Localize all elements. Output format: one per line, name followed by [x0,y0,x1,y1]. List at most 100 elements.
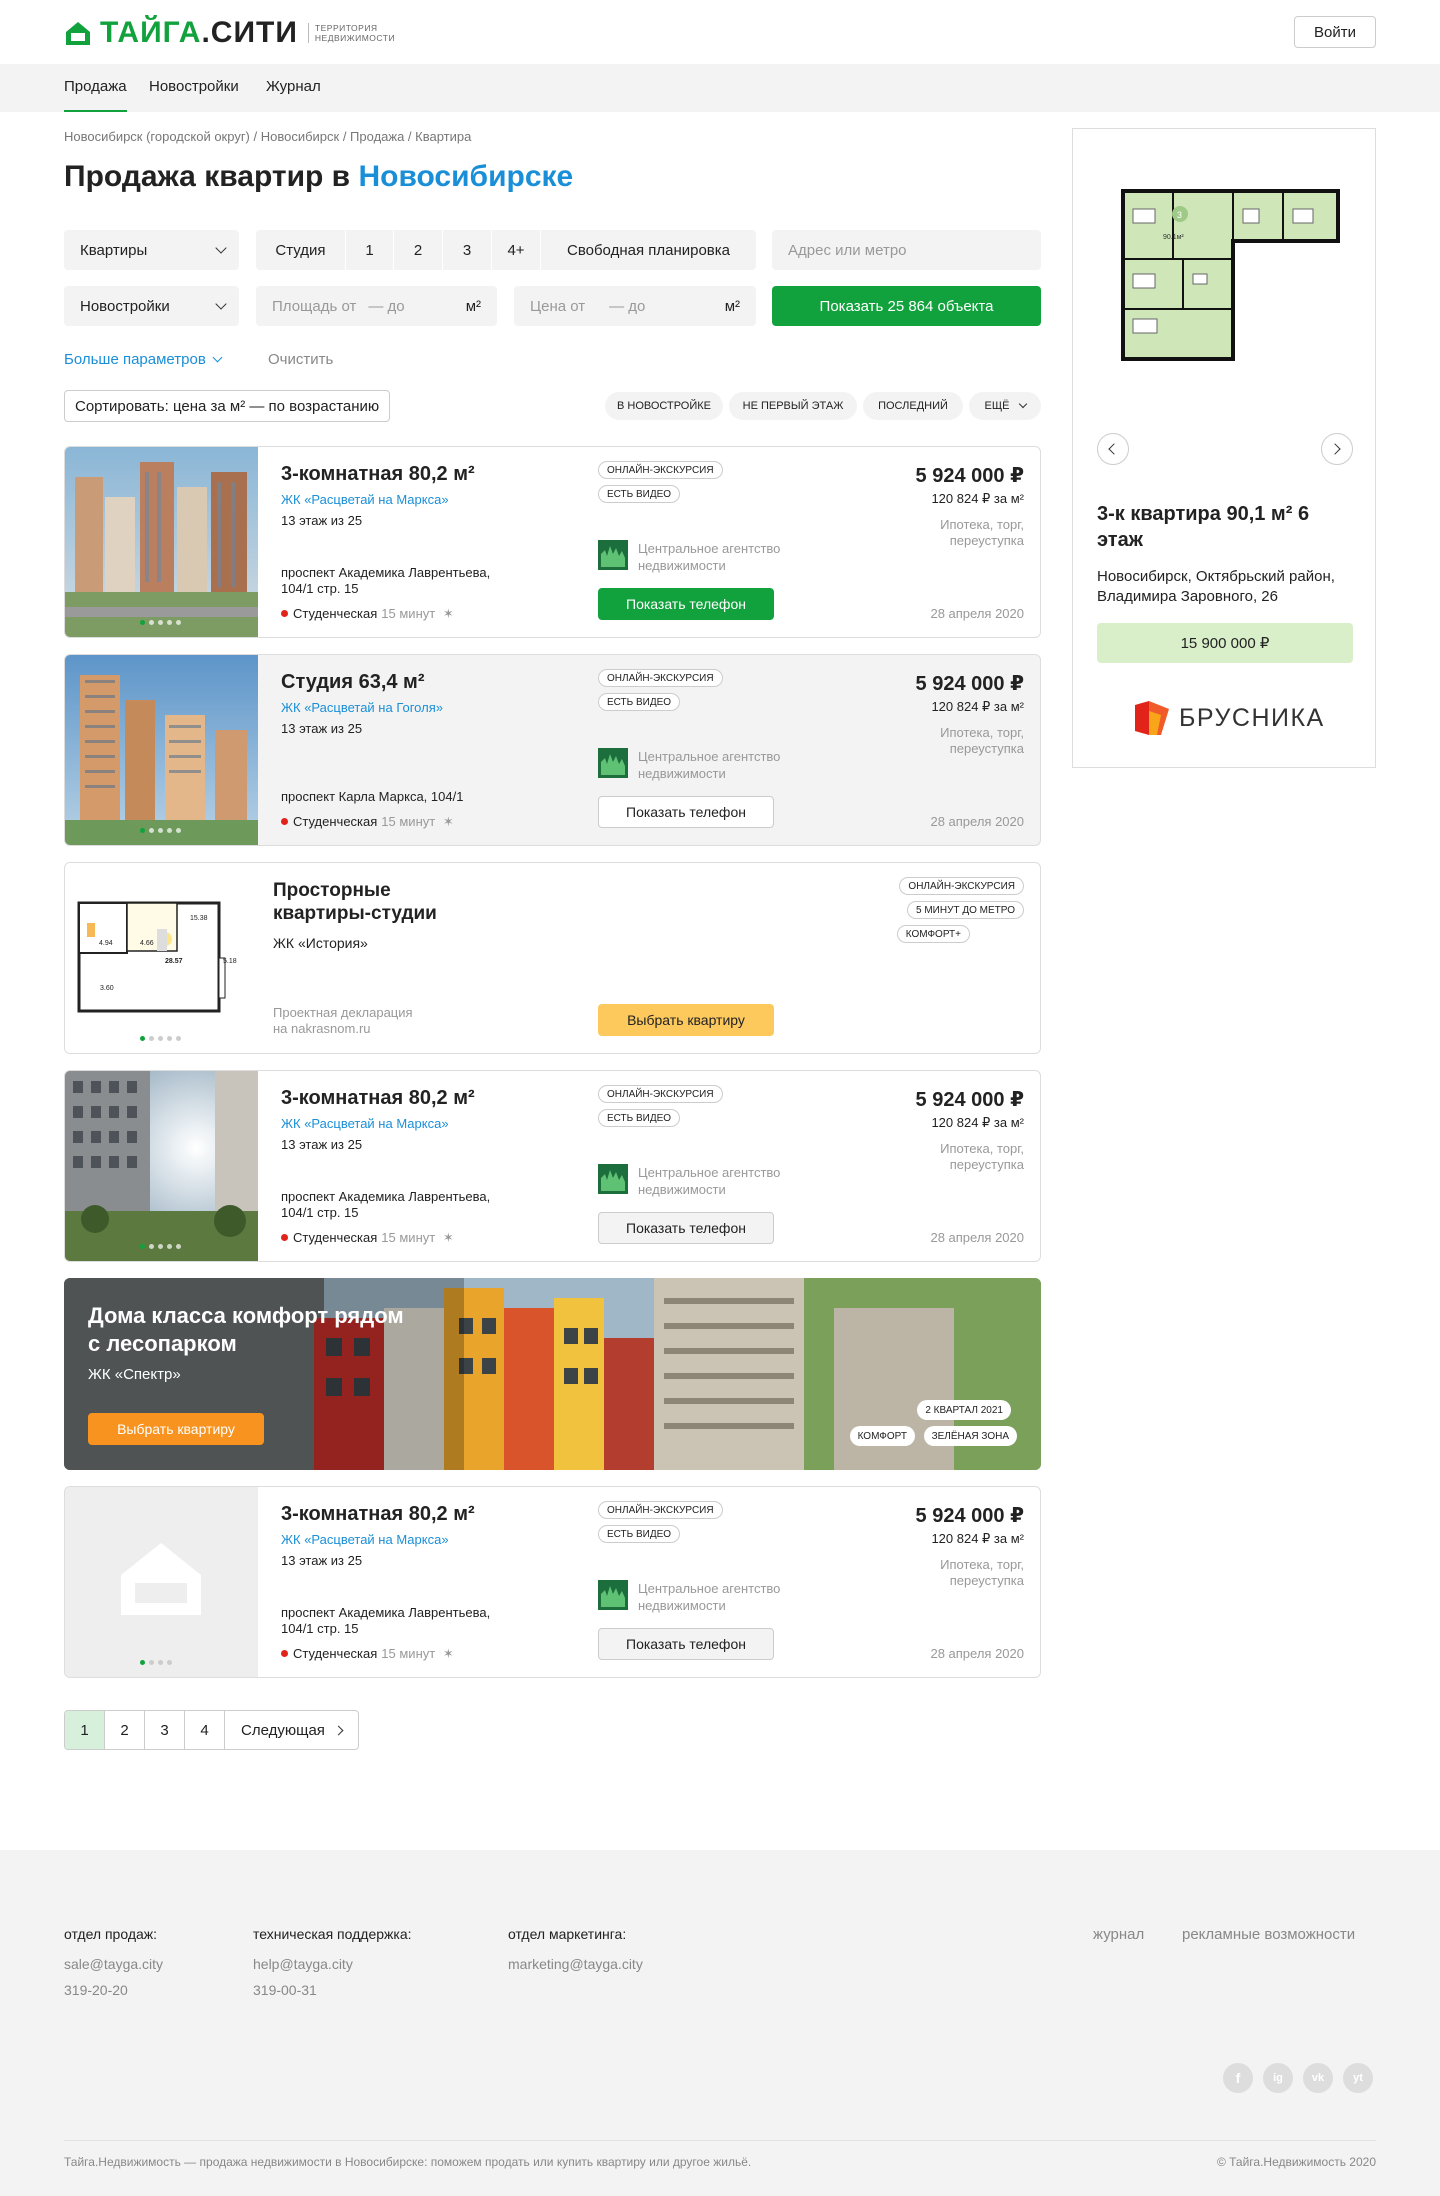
listing-title[interactable]: 3-комнатная 80,2 м² [281,463,475,486]
support-phone[interactable]: 319-00-31 [253,1982,412,1998]
sort-select[interactable]: Сортировать: цена за м² — по возрастанию [64,390,391,422]
complex-link[interactable]: ЖК «Расцветай на Маркса» [281,492,449,507]
footer-copyright: © Тайга.Недвижимость 2020 [1216,2155,1376,2169]
rooms-3[interactable]: 3 [443,230,492,270]
more-params-toggle[interactable]: Больше параметров [64,351,223,368]
photo-placeholder[interactable] [65,1487,258,1677]
metro-info: Студенческая 15 минут ✶ [281,814,454,830]
listing-title[interactable]: 3-комнатная 80,2 м² [281,1503,475,1526]
address-search-input[interactable]: Адрес или метро [772,230,1041,270]
listing-card[interactable]: Студия 63,4 м² ЖК «Расцветай на Гоголя» … [64,654,1041,846]
show-results-button[interactable]: Показать 25 864 объекта [772,286,1041,326]
metro-icon [281,1650,288,1657]
banner-title[interactable]: Дома класса комфорт рядом с лесопарком [88,1302,418,1358]
tag-not-first-floor[interactable]: Не первый этаж [729,392,857,420]
agency-logo-icon [598,540,628,570]
vk-icon[interactable]: vk [1303,2063,1333,2093]
agency-info[interactable]: Центральное агентство недвижимости [598,1164,808,1198]
nav-item-sale[interactable]: Продажа [64,78,127,112]
listing-card[interactable]: 3-комнатная 80,2 м² ЖК «Расцветай на Мар… [64,1070,1041,1262]
tag-more[interactable]: Ещё [969,392,1041,420]
listing-photo[interactable] [65,1071,258,1261]
listing-card[interactable]: 3-комнатная 80,2 м² ЖК «Расцветай на Мар… [64,1486,1041,1678]
complex-link[interactable]: ЖК «Расцветай на Маркса» [281,1532,449,1547]
promo-card[interactable]: 15.38 4.94 4.66 28.57 5.18 3.60 Просторн… [64,862,1041,1054]
plan-room-label: 3 [1177,210,1182,220]
login-button[interactable]: Войти [1294,16,1376,48]
carousel-dots[interactable] [140,828,181,833]
rooms-studio[interactable]: Студия [256,230,346,270]
walking-icon: ✶ [439,814,454,829]
agency-info[interactable]: Центральное агентство недвижимости [598,540,808,574]
rooms-4plus[interactable]: 4+ [492,230,541,270]
agency-info[interactable]: Центральное агентство недвижимости [598,748,808,782]
listing-title[interactable]: Студия 63,4 м² [281,671,425,694]
listing-price: 5 924 000 ₽ [915,673,1024,695]
logo-subtitle: ТЕРРИТОРИЯ НЕДВИЖИМОСТИ [307,23,395,43]
site-logo[interactable]: ТАЙГА.СИТИ ТЕРРИТОРИЯ НЕДВИЖИМОСТИ [64,16,395,50]
promo-title[interactable]: Просторные квартиры-студии [273,879,473,925]
youtube-icon[interactable]: yt [1343,2063,1373,2093]
promo-banner[interactable]: Дома класса комфорт рядом с лесопарком Ж… [64,1278,1041,1470]
marketing-email[interactable]: marketing@tayga.city [508,1956,643,1972]
page-1[interactable]: 1 [65,1711,105,1749]
property-type-select[interactable]: Квартиры [64,230,239,270]
listing-date: 28 апреля 2020 [930,814,1024,829]
listing-photo[interactable] [65,655,258,845]
carousel-dots[interactable] [140,1036,181,1041]
footer-link-journal[interactable]: журнал [1093,1926,1144,1943]
facebook-icon[interactable]: f [1223,2063,1253,2093]
carousel-dots[interactable] [140,1244,181,1249]
listing-card[interactable]: 3-комнатная 80,2 м² ЖК «Расцветай на Мар… [64,446,1041,638]
listing-title[interactable]: 3-комнатная 80,2 м² [281,1087,475,1110]
nav-item-newbuilds[interactable]: Новостройки [149,78,239,95]
page-2[interactable]: 2 [105,1711,145,1749]
show-phone-button[interactable]: Показать телефон [598,588,774,620]
ad-price[interactable]: 15 900 000 ₽ [1097,623,1353,663]
area-range-input[interactable]: Площадь от — до м² [256,286,497,326]
agency-info[interactable]: Центральное агентство недвижимости [598,1580,808,1614]
sidebar-floor-plan[interactable]: 3 90.1м² [1113,179,1343,374]
page-4[interactable]: 4 [185,1711,225,1749]
rooms-free-layout[interactable]: Свободная планировка [541,230,756,270]
clear-filters-link[interactable]: Очистить [268,351,333,368]
price-range-input[interactable]: Цена от — до м² [514,286,756,326]
complex-link[interactable]: ЖК «Расцветай на Гоголя» [281,700,443,715]
agency-logo-icon [598,1580,628,1610]
show-phone-button[interactable]: Показать телефон [598,796,774,828]
sales-phone[interactable]: 319-20-20 [64,1982,163,1998]
next-page-button[interactable]: Следующая [225,1711,358,1749]
sales-email[interactable]: sale@tayga.city [64,1956,163,1972]
prev-slide-button[interactable] [1097,433,1129,465]
carousel-dots[interactable] [140,1660,172,1665]
tag-last-floor[interactable]: Последний [863,392,963,420]
choose-apartment-button[interactable]: Выбрать квартиру [88,1413,264,1445]
ad-title[interactable]: 3-к квартира 90,1 м² 6 этаж [1097,501,1357,553]
brand-logo[interactable]: БРУСНИКА [1135,701,1325,735]
nav-item-journal[interactable]: Журнал [266,78,321,95]
show-phone-button[interactable]: Показать телефон [598,1212,774,1244]
project-declaration[interactable]: Проектная декларация на nakrasnom.ru [273,1005,413,1037]
metro-info: Студенческая 15 минут ✶ [281,1230,454,1246]
page-3[interactable]: 3 [145,1711,185,1749]
choose-apartment-button[interactable]: Выбрать квартиру [598,1004,774,1036]
breadcrumb[interactable]: Новосибирск (городской округ) / Новосиби… [64,129,471,144]
show-phone-button[interactable]: Показать телефон [598,1628,774,1660]
carousel-dots[interactable] [140,620,181,625]
sidebar-ad[interactable]: 3 90.1м² 3-к квартира 90,1 м² 6 этаж Нов… [1072,128,1376,768]
tag-newbuild[interactable]: В новостройке [605,392,723,420]
badge-video: Есть видео [598,485,681,503]
plan-label: 4.66 [140,940,154,947]
support-email[interactable]: help@tayga.city [253,1956,412,1972]
rooms-2[interactable]: 2 [394,230,443,270]
footer-support: техническая поддержка: help@tayga.city 3… [253,1926,412,1998]
market-type-select[interactable]: Новостройки [64,286,239,326]
rooms-1[interactable]: 1 [346,230,394,270]
chevron-right-icon [333,1725,344,1735]
next-slide-button[interactable] [1321,433,1353,465]
complex-link[interactable]: ЖК «Расцветай на Маркса» [281,1116,449,1131]
instagram-icon[interactable]: ig [1263,2063,1293,2093]
floor-plan-image[interactable]: 15.38 4.94 4.66 28.57 5.18 3.60 [65,863,258,1053]
footer-link-advertising[interactable]: рекламные возможности [1182,1926,1355,1943]
listing-photo[interactable] [65,447,258,637]
